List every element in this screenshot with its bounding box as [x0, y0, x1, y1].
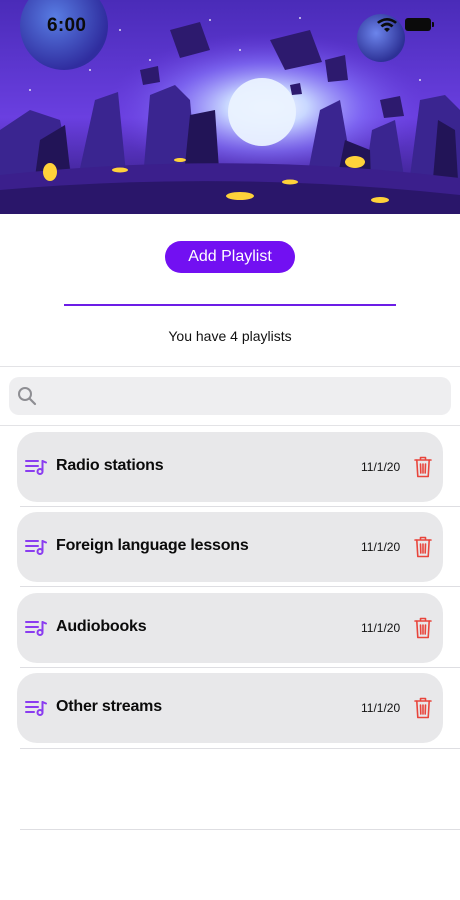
trash-icon[interactable] — [414, 456, 432, 478]
trash-icon[interactable] — [414, 536, 432, 558]
section-divider — [0, 425, 460, 426]
row-divider — [20, 748, 460, 749]
status-time: 6:00 — [47, 15, 87, 36]
playlist-date: 11/1/20 — [361, 540, 401, 554]
playlist-title: Foreign language lessons — [56, 537, 249, 554]
playlist-date: 11/1/20 — [361, 460, 401, 474]
row-divider — [20, 667, 460, 668]
search-bar[interactable] — [9, 377, 451, 415]
playlist-icon — [25, 460, 47, 475]
row-divider — [20, 829, 460, 830]
playlist-count-text: You have 4 playlists — [168, 328, 292, 344]
search-icon — [18, 387, 37, 406]
add-playlist-button[interactable]: Add Playlist — [165, 241, 295, 273]
playlist-date: 11/1/20 — [361, 701, 401, 715]
playlist-row[interactable]: Other streams 11/1/20 — [17, 673, 443, 743]
status-bar: 6:00 — [0, 0, 460, 50]
trash-icon[interactable] — [414, 697, 432, 719]
playlist-title: Radio stations — [56, 457, 164, 474]
playlist-row[interactable]: Radio stations 11/1/20 — [17, 432, 443, 502]
row-divider — [20, 506, 460, 507]
playlist-row[interactable]: Audiobooks 11/1/20 — [17, 593, 443, 663]
section-divider — [0, 366, 460, 367]
battery-icon — [405, 18, 434, 31]
playlist-icon — [25, 621, 47, 636]
playlist-icon — [25, 701, 47, 716]
playlist-title: Other streams — [56, 698, 162, 715]
trash-icon[interactable] — [414, 617, 432, 639]
row-divider — [20, 586, 460, 587]
accent-divider — [64, 304, 396, 306]
playlist-title: Audiobooks — [56, 618, 147, 635]
playlist-row[interactable]: Foreign language lessons 11/1/20 — [17, 512, 443, 582]
playlist-icon — [25, 540, 47, 555]
wifi-icon — [377, 18, 397, 32]
playlist-date: 11/1/20 — [361, 621, 401, 635]
search-input[interactable] — [45, 377, 443, 415]
